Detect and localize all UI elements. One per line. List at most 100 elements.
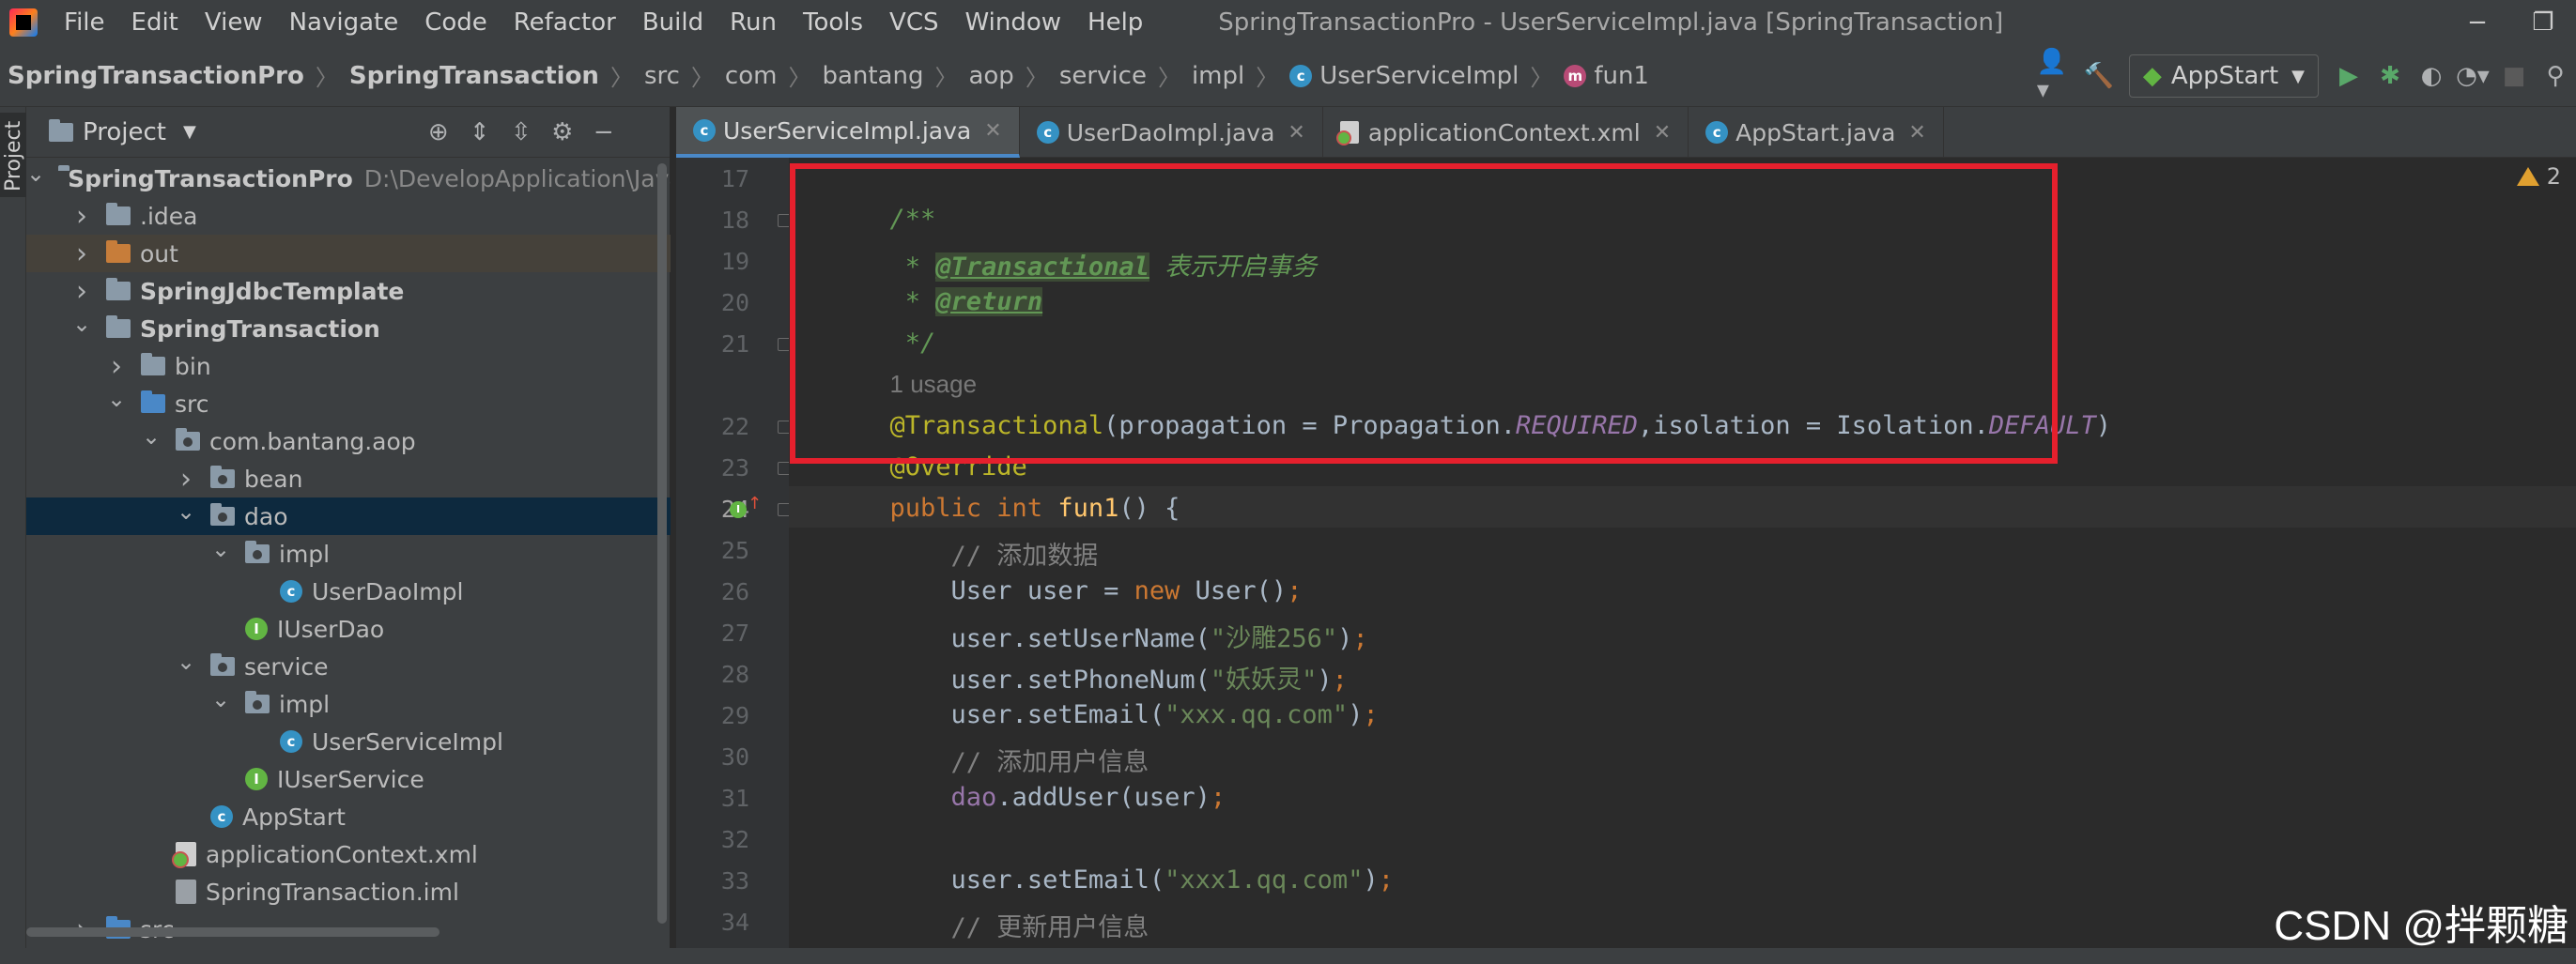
gear-icon[interactable]: ⚙ [542, 112, 583, 153]
menu-refactor[interactable]: Refactor [514, 8, 616, 37]
hide-icon[interactable]: − [583, 112, 625, 153]
chevron-down-icon[interactable]: ⌄ [105, 386, 128, 412]
chevron-right-icon[interactable]: › [70, 237, 93, 270]
tree-item[interactable]: ⌄ dao [26, 497, 671, 535]
crumb-aop[interactable]: aop [968, 62, 1013, 90]
editor-tab[interactable]: c AppStart.java ✕ [1689, 107, 1944, 158]
user-icon[interactable]: 👤▾ [2037, 48, 2078, 104]
tab-label: applicationContext.xml [1367, 118, 1641, 146]
run-icon[interactable]: ▶ [2328, 55, 2369, 97]
chevron-right-icon[interactable]: › [70, 200, 93, 233]
menu-help[interactable]: Help [1087, 8, 1143, 37]
menu-file[interactable]: File [64, 8, 105, 37]
menu-vcs[interactable]: VCS [889, 8, 938, 37]
build-hammer-icon[interactable]: 🔨 [2078, 55, 2120, 97]
stop-icon[interactable]: ■ [2493, 55, 2535, 97]
chevron-right-icon[interactable]: › [70, 275, 93, 308]
crumb-src[interactable]: src [644, 62, 680, 90]
tree-item[interactable]: › .idea [26, 197, 671, 235]
crumb-project[interactable]: SpringTransactionPro [8, 62, 304, 90]
menu-edit[interactable]: Edit [131, 8, 178, 37]
tree-item[interactable]: I IUserService [26, 760, 671, 798]
tree-item[interactable]: ⌄ src [26, 385, 671, 422]
tree-horizontal-scrollbar[interactable] [26, 927, 440, 937]
coverage-icon[interactable]: ◐ [2411, 55, 2452, 97]
tree-vertical-scrollbar[interactable] [657, 163, 667, 924]
editor-tab[interactable]: applicationContext.xml ✕ [1323, 107, 1689, 158]
close-icon[interactable]: ✕ [1288, 121, 1304, 145]
code-token: fun1 [1057, 494, 1119, 523]
tree-item[interactable]: › bin [26, 347, 671, 385]
crumb-module[interactable]: SpringTransaction [349, 62, 599, 90]
crumb-service[interactable]: service [1059, 62, 1147, 90]
tree-item[interactable]: ⌄ SpringTransactionPro D:\DevelopApplicati… [26, 160, 671, 197]
chevron-right-icon: 〉 [1530, 65, 1553, 91]
module-icon [106, 315, 131, 338]
implements-method-icon[interactable]: I [730, 501, 747, 518]
line-number: 33 [720, 867, 749, 895]
menu-navigate[interactable]: Navigate [289, 8, 399, 37]
editor-tab[interactable]: c UserDaoImpl.java ✕ [1020, 107, 1323, 158]
package-icon [176, 428, 200, 451]
project-panel-header: Project ▼ ⊕ ⇕ ⇳ ⚙ − [26, 107, 670, 158]
chevron-down-icon[interactable]: ⌄ [175, 498, 197, 525]
package-icon [245, 691, 270, 713]
tree-item[interactable]: ⌄ SpringTransaction [26, 310, 671, 347]
chevron-down-icon[interactable]: ⌄ [209, 686, 232, 712]
tree-item[interactable]: › bean [26, 460, 671, 497]
chevron-down-icon[interactable]: ⌄ [140, 423, 162, 450]
collapse-all-icon[interactable]: ⇳ [501, 112, 542, 153]
menu-run[interactable]: Run [730, 8, 777, 37]
menu-code[interactable]: Code [424, 8, 487, 37]
chevron-down-icon: ▼ [2291, 66, 2305, 86]
run-configuration-select[interactable]: ◆ AppStart ▼ [2128, 54, 2319, 98]
tree-item[interactable]: c UserServiceImpl [26, 723, 671, 760]
restore-button[interactable]: ❐ [2510, 0, 2576, 45]
tree-item[interactable]: c UserDaoImpl [26, 573, 671, 610]
tree-item[interactable]: ⌄ impl [26, 535, 671, 573]
close-icon[interactable]: ✕ [1654, 121, 1671, 145]
warning-icon [2516, 167, 2539, 186]
crumb-impl[interactable]: impl [1192, 62, 1244, 90]
menu-view[interactable]: View [205, 8, 263, 37]
crumb-bantang[interactable]: bantang [822, 62, 923, 90]
search-icon[interactable]: ⚲ [2535, 55, 2576, 97]
crumb-method[interactable]: m fun1 [1564, 62, 1649, 90]
tree-item[interactable]: SpringTransaction.iml [26, 873, 671, 910]
crumb-com[interactable]: com [725, 62, 778, 90]
tree-item-label: com.bantang.aop [209, 427, 416, 455]
chevron-right-icon[interactable]: › [175, 463, 197, 496]
tree-item[interactable]: I IUserDao [26, 610, 671, 648]
tree-item[interactable]: ⌄ com.bantang.aop [26, 422, 671, 460]
project-tool-button[interactable]: Project [0, 113, 26, 197]
debug-icon[interactable]: ✱ [2369, 55, 2411, 97]
menu-window[interactable]: Window [965, 8, 1062, 37]
editor-tab[interactable]: c UserServiceImpl.java ✕ [676, 107, 1020, 158]
chevron-right-icon[interactable]: › [105, 350, 128, 383]
chevron-down-icon[interactable]: ⌄ [175, 649, 197, 675]
chevron-down-icon[interactable]: ⌄ [26, 161, 45, 187]
tree-item[interactable]: ⌄ service [26, 648, 671, 685]
xml-file-icon [1335, 121, 1359, 145]
tree-item[interactable]: › out [26, 235, 671, 272]
chevron-down-icon[interactable]: ▼ [183, 122, 196, 142]
menu-tools[interactable]: Tools [803, 8, 863, 37]
tree-item[interactable]: c AppStart [26, 798, 671, 835]
expand-all-icon[interactable]: ⇕ [459, 112, 501, 153]
profile-icon[interactable]: ◔▾ [2452, 55, 2493, 97]
project-panel-title[interactable]: Project [83, 118, 166, 146]
tree-item[interactable]: › SpringJdbcTemplate [26, 272, 671, 310]
inspection-widget[interactable]: 2 [2516, 163, 2561, 190]
chevron-down-icon[interactable]: ⌄ [209, 536, 232, 562]
minimize-button[interactable]: − [2445, 0, 2510, 45]
code-token: ; [1378, 865, 1394, 895]
close-icon[interactable]: ✕ [1908, 121, 1925, 145]
crumb-class[interactable]: c UserServiceImpl [1289, 62, 1519, 90]
tree-item[interactable]: ⌄ impl [26, 685, 671, 723]
chevron-down-icon[interactable]: ⌄ [70, 311, 93, 337]
tree-item[interactable]: applicationContext.xml [26, 835, 671, 873]
menu-build[interactable]: Build [642, 8, 703, 37]
locate-icon[interactable]: ⊕ [418, 112, 459, 153]
code-line: user.setUserName("沙雕256"); [859, 618, 1368, 654]
close-icon[interactable]: ✕ [984, 119, 1001, 143]
